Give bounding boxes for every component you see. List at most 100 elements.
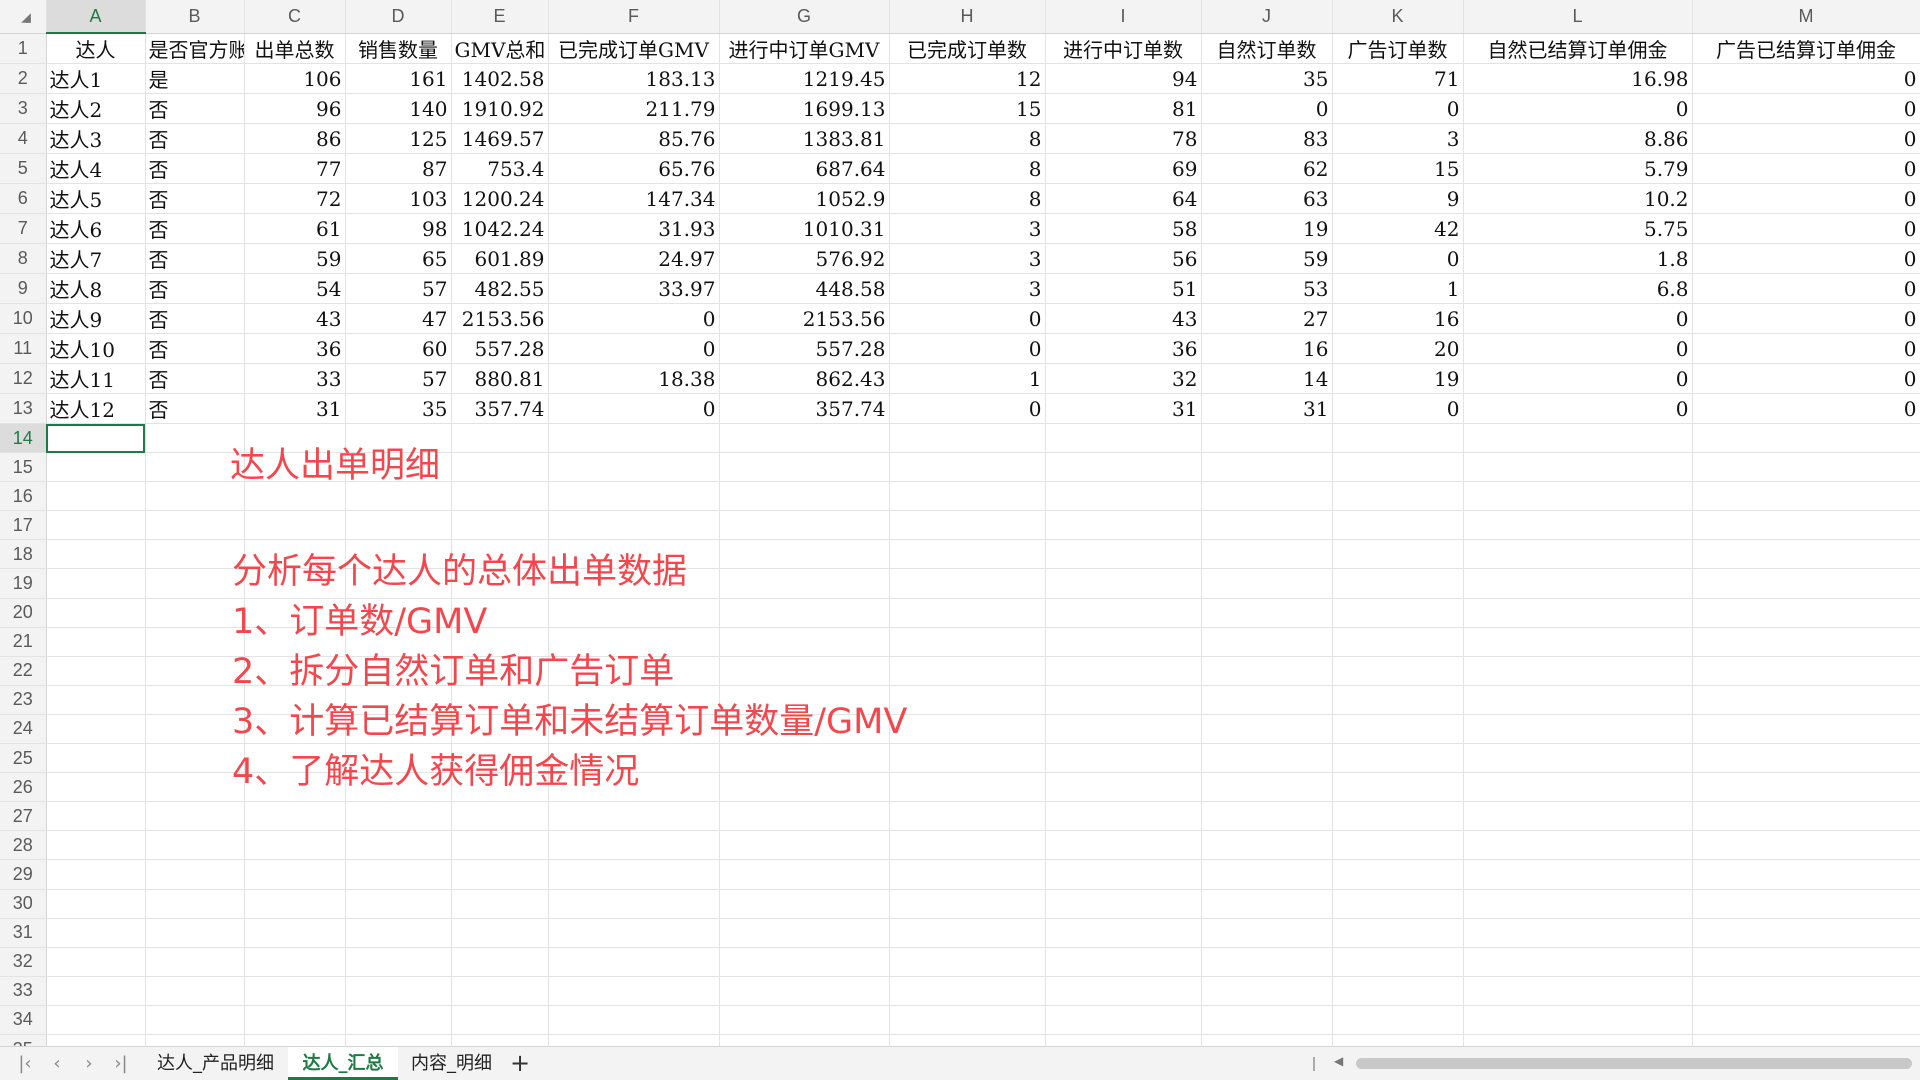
cell[interactable] (46, 539, 146, 570)
cell[interactable] (1332, 889, 1464, 919)
data-cell[interactable]: 0 (1463, 303, 1693, 334)
data-cell[interactable]: 43 (1045, 303, 1202, 334)
data-cell[interactable]: 0 (1692, 93, 1920, 124)
data-cell[interactable]: 16.98 (1463, 63, 1693, 94)
cell[interactable] (1332, 772, 1464, 803)
data-cell[interactable]: 0 (1692, 363, 1920, 394)
spreadsheet-grid[interactable]: ABCDEFGHIJKLM 1达人是否官方账号出单总数销售数量GMV总和已完成订… (0, 0, 1920, 1046)
data-cell[interactable]: 72 (244, 183, 346, 214)
data-cell[interactable]: 576.92 (719, 243, 890, 274)
column-header-l[interactable]: L (1463, 0, 1693, 34)
cell[interactable] (1463, 685, 1693, 715)
cell[interactable] (46, 627, 146, 657)
cell[interactable] (46, 772, 146, 803)
cell[interactable] (451, 452, 549, 483)
data-cell[interactable]: 59 (1201, 243, 1333, 274)
cell[interactable] (451, 510, 549, 541)
row-header[interactable]: 9 (0, 273, 47, 304)
cell[interactable] (1332, 1034, 1464, 1046)
cell[interactable] (889, 1034, 1046, 1046)
tab-talent-product-detail[interactable]: 达人_产品明细 (148, 1047, 283, 1080)
cell[interactable] (1045, 452, 1202, 483)
cell[interactable] (889, 656, 1046, 686)
cell[interactable] (719, 889, 890, 919)
data-cell[interactable]: 16 (1332, 303, 1464, 334)
data-cell[interactable]: 1042.24 (451, 213, 549, 244)
select-all-corner[interactable] (0, 0, 47, 34)
cell[interactable] (1692, 656, 1920, 686)
cell[interactable] (1692, 889, 1920, 919)
cell[interactable] (1045, 423, 1202, 454)
cell[interactable] (1332, 801, 1464, 832)
cell[interactable] (1045, 568, 1202, 599)
data-cell[interactable]: 94 (1045, 63, 1202, 94)
cell[interactable] (46, 859, 146, 890)
cell[interactable] (889, 772, 1046, 803)
data-cell[interactable]: 0 (548, 303, 720, 334)
row-header[interactable]: 30 (0, 889, 47, 919)
cell[interactable] (1692, 1005, 1920, 1035)
data-cell[interactable]: 33.97 (548, 273, 720, 304)
cell[interactable] (548, 976, 720, 1006)
data-cell[interactable]: 85.76 (548, 123, 720, 154)
cell[interactable] (719, 1034, 890, 1046)
cell[interactable] (1692, 918, 1920, 948)
cell[interactable] (244, 859, 346, 890)
cell[interactable] (1463, 598, 1693, 628)
data-cell[interactable]: 103 (345, 183, 452, 214)
cell[interactable] (1692, 627, 1920, 657)
cell[interactable] (46, 656, 146, 686)
cell[interactable] (1692, 859, 1920, 890)
cell[interactable] (1692, 743, 1920, 774)
cell[interactable] (1692, 714, 1920, 745)
cell[interactable] (548, 801, 720, 832)
cell[interactable] (1201, 976, 1333, 1006)
cell[interactable] (244, 918, 346, 948)
cell[interactable] (1201, 510, 1333, 541)
cell[interactable] (145, 918, 245, 948)
cell[interactable] (1332, 947, 1464, 977)
cell[interactable] (889, 685, 1046, 715)
cell[interactable] (145, 743, 245, 774)
cell[interactable] (889, 627, 1046, 657)
data-cell[interactable]: 0 (1692, 303, 1920, 334)
data-cell[interactable]: 36 (244, 333, 346, 364)
cell-table[interactable]: ABCDEFGHIJKLM 1达人是否官方账号出单总数销售数量GMV总和已完成订… (0, 0, 1920, 1046)
cell[interactable] (719, 830, 890, 861)
data-cell[interactable]: 0 (889, 333, 1046, 364)
row-header[interactable]: 10 (0, 303, 47, 334)
data-cell[interactable]: 3 (889, 213, 1046, 244)
cell[interactable] (1332, 510, 1464, 541)
data-cell[interactable]: 54 (244, 273, 346, 304)
cell[interactable] (889, 714, 1046, 745)
cell[interactable] (889, 859, 1046, 890)
header-cell[interactable]: 销售数量 (345, 33, 452, 64)
cell[interactable] (889, 481, 1046, 512)
data-cell[interactable]: 14 (1201, 363, 1333, 394)
cell[interactable] (719, 656, 890, 686)
cell[interactable] (145, 568, 245, 599)
horizontal-scrollbar[interactable] (1356, 1058, 1912, 1069)
cell[interactable] (46, 510, 146, 541)
data-cell[interactable]: 1052.9 (719, 183, 890, 214)
data-cell[interactable]: 达人8 (46, 273, 146, 304)
cell[interactable] (548, 830, 720, 861)
cell[interactable] (145, 801, 245, 832)
data-cell[interactable]: 15 (889, 93, 1046, 124)
cell[interactable] (244, 947, 346, 977)
data-cell[interactable]: 5.79 (1463, 153, 1693, 184)
tab-talent-summary[interactable]: 达人_汇总 (288, 1047, 398, 1080)
cell[interactable] (145, 976, 245, 1006)
cell[interactable] (345, 918, 452, 948)
cell[interactable] (719, 743, 890, 774)
cell[interactable] (451, 830, 549, 861)
column-header-g[interactable]: G (719, 0, 890, 34)
data-cell[interactable]: 161 (345, 63, 452, 94)
cell[interactable] (719, 598, 890, 628)
cell[interactable] (1692, 772, 1920, 803)
cell[interactable] (1463, 743, 1693, 774)
cell[interactable] (889, 830, 1046, 861)
data-cell[interactable]: 87 (345, 153, 452, 184)
cell[interactable] (451, 947, 549, 977)
cell[interactable] (719, 423, 890, 454)
